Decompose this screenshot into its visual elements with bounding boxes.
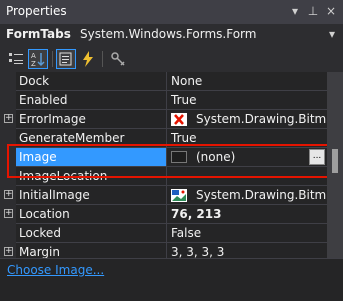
- categorized-icon[interactable]: [6, 49, 26, 69]
- row-gutter: [0, 129, 16, 148]
- title-bar: Properties ▾ ⊥ ×: [0, 0, 343, 24]
- property-name: InitialImage: [19, 188, 90, 202]
- window-title: Properties: [6, 4, 67, 18]
- vertical-scrollbar[interactable]: [327, 72, 343, 258]
- toolbar-separator: [52, 51, 53, 67]
- toolbar-separator: [102, 51, 103, 67]
- svg-text:Z: Z: [31, 60, 36, 68]
- scrollbar-thumb[interactable]: [332, 149, 338, 173]
- property-value[interactable]: False: [171, 226, 201, 240]
- property-row[interactable]: Enabled True: [0, 91, 327, 110]
- events-icon[interactable]: [78, 49, 98, 69]
- property-row[interactable]: ImageLocation: [0, 167, 327, 186]
- column-divider: [166, 72, 167, 91]
- column-divider: [166, 243, 167, 258]
- property-name: ImageLocation: [19, 169, 108, 183]
- property-row[interactable]: + InitialImage System.Drawing.Bitmap: [0, 186, 327, 205]
- bitmap-icon: [171, 113, 187, 126]
- expand-icon[interactable]: +: [4, 114, 13, 123]
- property-value[interactable]: (none): [196, 150, 235, 164]
- row-gutter: [0, 167, 16, 186]
- property-row[interactable]: + ErrorImage System.Drawing.Bitmap: [0, 110, 327, 129]
- pin-icon[interactable]: ⊥: [305, 2, 321, 20]
- property-name: Dock: [19, 74, 50, 88]
- properties-icon[interactable]: [56, 49, 76, 69]
- column-divider: [166, 205, 167, 224]
- column-divider: [166, 129, 167, 148]
- column-divider: [166, 110, 167, 129]
- column-divider: [166, 91, 167, 110]
- column-divider: [166, 148, 167, 167]
- column-divider: [166, 224, 167, 243]
- property-row-selected[interactable]: Image (none) ...: [0, 148, 327, 167]
- row-gutter: [0, 224, 16, 243]
- choose-image-link[interactable]: Choose Image...: [7, 263, 104, 277]
- property-grid: Dock None Enabled True + ErrorImage Syst…: [0, 72, 327, 258]
- property-value[interactable]: System.Drawing.Bitmap: [196, 188, 327, 202]
- property-value[interactable]: True: [171, 93, 197, 107]
- object-type: System.Windows.Forms.Form: [80, 27, 257, 41]
- row-gutter: [0, 91, 16, 110]
- property-row[interactable]: Locked False: [0, 224, 327, 243]
- property-name: Image: [19, 150, 57, 164]
- property-value[interactable]: True: [171, 131, 197, 145]
- property-row[interactable]: + Location 76, 213: [0, 205, 327, 224]
- alphabetical-icon[interactable]: AZ: [28, 49, 48, 69]
- bitmap-icon: [171, 189, 187, 202]
- row-gutter: [0, 72, 16, 91]
- expand-icon[interactable]: +: [4, 247, 13, 256]
- dropdown-menu-icon[interactable]: ▾: [287, 2, 303, 20]
- property-name: ErrorImage: [19, 112, 86, 126]
- svg-text:A: A: [31, 52, 36, 60]
- property-value[interactable]: 3, 3, 3, 3: [171, 245, 224, 258]
- object-name: FormTabs: [6, 27, 71, 41]
- property-name: Location: [19, 207, 70, 221]
- object-selector[interactable]: FormTabs System.Windows.Forms.Form ▾: [0, 24, 343, 46]
- property-row[interactable]: Dock None: [0, 72, 327, 91]
- expand-icon[interactable]: +: [4, 209, 13, 218]
- property-name: Margin: [19, 245, 60, 258]
- property-row[interactable]: GenerateMember True: [0, 129, 327, 148]
- properties-toolbar: AZ: [0, 46, 343, 72]
- image-preview-swatch: [171, 151, 187, 163]
- property-name: Locked: [19, 226, 61, 240]
- row-gutter: [0, 148, 16, 167]
- property-value[interactable]: System.Drawing.Bitmap: [196, 112, 327, 126]
- property-name: GenerateMember: [19, 131, 125, 145]
- ellipsis-button[interactable]: ...: [309, 149, 325, 165]
- close-icon[interactable]: ×: [323, 2, 339, 20]
- column-divider: [166, 186, 167, 205]
- property-name: Enabled: [19, 93, 68, 107]
- expand-icon[interactable]: +: [4, 190, 13, 199]
- property-pages-icon[interactable]: [108, 49, 128, 69]
- property-row[interactable]: + Margin 3, 3, 3, 3: [0, 243, 327, 258]
- property-value[interactable]: None: [171, 74, 202, 88]
- chevron-down-icon[interactable]: ▾: [329, 27, 335, 41]
- commands-pane: Choose Image...: [0, 258, 343, 301]
- property-value[interactable]: 76, 213: [171, 207, 221, 221]
- column-divider: [166, 167, 167, 186]
